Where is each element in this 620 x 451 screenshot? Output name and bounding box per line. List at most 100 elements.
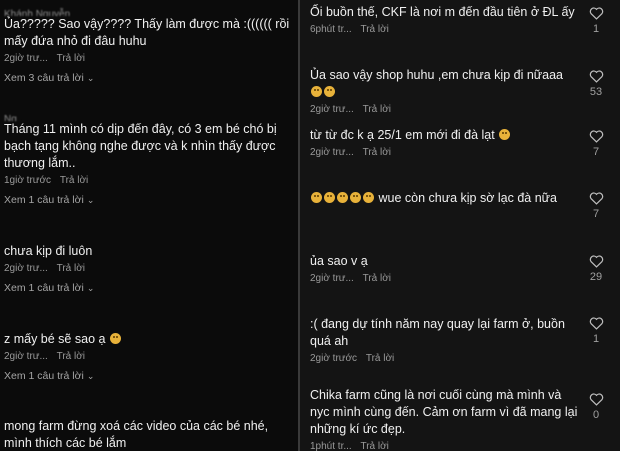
- comment-meta: 6phút tr... Trả lời: [310, 24, 575, 35]
- comment-time: 1giờ trước: [4, 175, 52, 186]
- like-count: 7: [592, 208, 600, 220]
- reply-button[interactable]: Trả lời: [57, 53, 85, 64]
- grinning-face-icon: [363, 192, 374, 203]
- reply-button[interactable]: Trả lời: [360, 441, 388, 451]
- left-comment-panel: Khánh Nguyễn Ủa????? Sao vậy???? Thấy là…: [0, 0, 298, 451]
- reply-button[interactable]: Trả lời: [57, 263, 85, 274]
- comment-meta: 2giờ trư... Trả lời: [310, 273, 575, 284]
- grinning-face-icon: [324, 86, 335, 97]
- comment-item: :( đang dự tính năm nay quay lại farm ở,…: [310, 316, 575, 364]
- comment-meta: 2giờ trư... Trả lời: [4, 351, 294, 362]
- comment-item: ủa sao v ạ 2giờ trư... Trả lời: [310, 253, 575, 284]
- comment-text: :( đang dự tính năm nay quay lại farm ở,…: [310, 317, 565, 348]
- heart-outline-icon: [589, 393, 603, 406]
- comment-meta: 2giờ trư... Trả lời: [4, 263, 294, 274]
- right-comment-panel: Ối buồn thế, CKF là nơi m đến đầu tiên ở…: [300, 0, 620, 451]
- comment-time: 2giờ trư...: [310, 104, 354, 115]
- view-replies-label: Xem 1 câu trả lời: [4, 282, 84, 294]
- comment-item: từ từ đc k ạ 25/1 em mới đi đà lạt 2giờ …: [310, 127, 575, 158]
- view-replies-button[interactable]: Xem 1 câu trả lời ⌄: [4, 282, 294, 294]
- comment-item: chưa kịp đi luôn 2giờ trư... Trả lời Xem…: [4, 243, 294, 294]
- reply-button[interactable]: Trả lời: [60, 175, 88, 186]
- like-button[interactable]: 53: [584, 69, 608, 98]
- reply-button[interactable]: Trả lời: [363, 273, 391, 284]
- reply-button[interactable]: Trả lời: [363, 147, 391, 158]
- comment-time: 2giờ trước: [310, 353, 358, 364]
- comment-text: Chika farm cũng là nơi cuối cùng mà mình…: [310, 388, 578, 436]
- chevron-down-icon: ⌄: [86, 371, 95, 381]
- view-replies-label: Xem 3 câu trả lời: [4, 72, 84, 84]
- comment-text: chưa kịp đi luôn: [4, 244, 93, 258]
- comment-item: Chika farm cũng là nơi cuối cùng mà mình…: [310, 387, 582, 451]
- comment-item: mong farm đừng xoá các video của các bé …: [4, 418, 296, 451]
- chevron-down-icon: ⌄: [86, 73, 95, 83]
- comment-text: Ủa????? Sao vậy???? Thấy làm được mà :((…: [4, 17, 290, 48]
- comment-text: từ từ đc k ạ 25/1 em mới đi đà lạt: [310, 127, 575, 144]
- grinning-face-icon: [350, 192, 361, 203]
- comment-item: Ng... Tháng 11 mình có dịp đến đây, có 3…: [4, 114, 294, 206]
- comment-text: Tháng 11 mình có dịp đến đây, có 3 em bé…: [4, 122, 277, 170]
- like-count: 53: [589, 86, 603, 98]
- like-count: 7: [592, 146, 600, 158]
- comment-time: 2giờ trư...: [4, 263, 48, 274]
- comment-time: 1phút tr...: [310, 441, 352, 451]
- heart-outline-icon: [589, 7, 603, 20]
- grinning-face-icon: [337, 192, 348, 203]
- like-count: 0: [592, 409, 600, 421]
- comment-text: ủa sao v ạ: [310, 254, 368, 268]
- like-button[interactable]: 1: [584, 6, 608, 35]
- comment-text: wue còn chưa kịp sờ lạc đà nữa: [310, 190, 575, 207]
- like-button[interactable]: 29: [584, 254, 608, 283]
- comment-item: Ủa sao vậy shop huhu ,em chưa kịp đi nữa…: [310, 67, 575, 115]
- comment-item: Ối buồn thế, CKF là nơi m đến đầu tiên ở…: [310, 4, 575, 35]
- view-replies-label: Xem 1 câu trả lời: [4, 194, 84, 206]
- reply-button[interactable]: Trả lời: [363, 104, 391, 115]
- comment-text: mong farm đừng xoá các video của các bé …: [4, 419, 269, 450]
- view-replies-button[interactable]: Xem 1 câu trả lời ⌄: [4, 370, 294, 382]
- view-replies-button[interactable]: Xem 1 câu trả lời ⌄: [4, 194, 294, 206]
- comment-text: Ủa sao vậy shop huhu ,em chưa kịp đi nữa…: [310, 67, 575, 101]
- comment-username[interactable]: Ng...: [4, 113, 294, 121]
- comment-meta: 2giờ trư... Trả lời: [4, 53, 294, 64]
- like-count: 29: [589, 271, 603, 283]
- heart-outline-icon: [589, 70, 603, 83]
- view-replies-button[interactable]: Xem 3 câu trả lời ⌄: [4, 72, 294, 84]
- reply-button[interactable]: Trả lời: [366, 353, 394, 364]
- reply-button[interactable]: Trả lời: [360, 24, 388, 35]
- grinning-face-icon: [324, 192, 335, 203]
- comment-item: wue còn chưa kịp sờ lạc đà nữa: [310, 190, 575, 207]
- like-count: 1: [592, 23, 600, 35]
- comment-username[interactable]: Khánh Nguyễn: [4, 8, 294, 16]
- comment-text: Ối buồn thế, CKF là nơi m đến đầu tiên ở…: [310, 5, 575, 19]
- heart-outline-icon: [589, 255, 603, 268]
- smiling-face-icon: [109, 333, 121, 344]
- comment-item: z mấy bé sẽ sao ạ 2giờ trư... Trả lời Xe…: [4, 331, 294, 382]
- comment-meta: 2giờ trước Trả lời: [310, 353, 575, 364]
- grinning-face-icon: [311, 86, 322, 97]
- smiling-face-icon: [499, 129, 511, 140]
- comment-time: 2giờ trư...: [4, 53, 48, 64]
- heart-outline-icon: [589, 130, 603, 143]
- comment-item: Khánh Nguyễn Ủa????? Sao vậy???? Thấy là…: [4, 9, 294, 84]
- reply-button[interactable]: Trả lời: [57, 351, 85, 362]
- heart-outline-icon: [589, 317, 603, 330]
- comment-time: 2giờ trư...: [4, 351, 48, 362]
- like-button[interactable]: 7: [584, 129, 608, 158]
- comment-time: 2giờ trư...: [310, 273, 354, 284]
- like-count: 1: [592, 333, 600, 345]
- grinning-face-icon: [311, 192, 322, 203]
- chevron-down-icon: ⌄: [86, 283, 95, 293]
- comment-text: z mấy bé sẽ sao ạ: [4, 331, 294, 348]
- like-button[interactable]: 7: [584, 191, 608, 220]
- comment-meta: 1phút tr... Trả lời: [310, 441, 582, 451]
- like-button[interactable]: 1: [584, 316, 608, 345]
- comment-time: 6phút tr...: [310, 24, 352, 35]
- view-replies-label: Xem 1 câu trả lời: [4, 370, 84, 382]
- comment-meta: 2giờ trư... Trả lời: [310, 104, 575, 115]
- heart-outline-icon: [589, 192, 603, 205]
- chevron-down-icon: ⌄: [86, 195, 95, 205]
- comment-meta: 1giờ trước Trả lời: [4, 175, 294, 186]
- like-button[interactable]: 0: [584, 392, 608, 421]
- comment-time: 2giờ trư...: [310, 147, 354, 158]
- comment-meta: 2giờ trư... Trả lời: [310, 147, 575, 158]
